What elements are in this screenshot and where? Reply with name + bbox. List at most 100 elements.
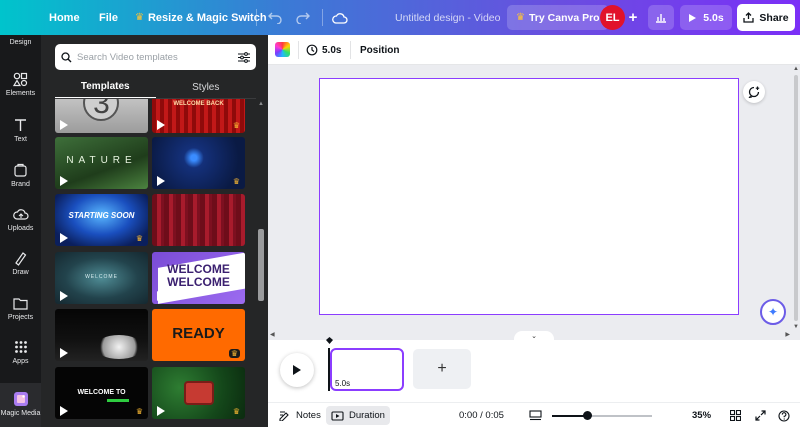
chevron-down-icon: ⌄ xyxy=(531,333,537,340)
tab-styles[interactable]: Styles xyxy=(156,75,257,99)
template-thumbnail[interactable]: ♛ xyxy=(152,137,245,189)
timeline-clip[interactable]: 5.0s xyxy=(330,348,404,391)
play-icon xyxy=(293,365,301,375)
rail-item-draw[interactable]: Draw xyxy=(0,250,41,276)
editor-toolbar: 5.0s Position xyxy=(268,35,800,65)
design-canvas[interactable] xyxy=(319,78,739,315)
grid-view-button[interactable] xyxy=(730,403,741,427)
draw-icon xyxy=(13,250,29,266)
scroll-down-icon[interactable]: ▼ xyxy=(793,324,799,330)
panel-scrollbar[interactable]: ▲ xyxy=(257,99,265,427)
home-button[interactable]: Home xyxy=(49,0,80,35)
try-canva-pro-button[interactable]: ♛ Try Canva Pro xyxy=(507,5,609,30)
premium-crown-icon: ♛ xyxy=(232,177,240,186)
rail-item-brand[interactable]: Brand xyxy=(0,162,41,188)
play-icon xyxy=(157,120,165,130)
template-thumbnail[interactable]: WELCOME WELCOME xyxy=(152,252,245,304)
search-input[interactable]: Search Video templates xyxy=(77,52,238,63)
crown-icon: ♛ xyxy=(135,12,144,23)
duration-button[interactable]: 5.0s xyxy=(306,35,341,65)
rail-item-uploads[interactable]: Uploads xyxy=(0,206,41,232)
canvas-scrollbar[interactable]: ▲ ▼ xyxy=(792,65,800,340)
thumbnail-title: WELCOME xyxy=(85,274,118,280)
background-color-button[interactable] xyxy=(275,42,290,57)
template-thumbnail[interactable] xyxy=(55,309,148,361)
accent-bar xyxy=(107,399,129,402)
zoom-level[interactable]: 35% xyxy=(692,403,711,427)
page-view-button[interactable] xyxy=(529,403,542,427)
playhead-marker[interactable] xyxy=(326,337,333,344)
try-pro-label: Try Canva Pro xyxy=(528,11,600,24)
thumbnail-title: STARTING SOON xyxy=(68,211,135,220)
zoom-slider-handle[interactable] xyxy=(583,411,592,420)
redo-button[interactable] xyxy=(296,0,310,35)
scroll-up-icon[interactable]: ▲ xyxy=(793,66,799,72)
redo-icon xyxy=(296,12,310,24)
tv-shape xyxy=(184,381,214,405)
template-thumbnail[interactable]: STARTING SOON ♛ xyxy=(55,194,148,246)
help-button[interactable] xyxy=(778,403,790,427)
rail-item-elements[interactable]: Elements xyxy=(0,71,41,97)
cloud-save-status[interactable] xyxy=(332,0,348,35)
rail-label-apps: Apps xyxy=(12,358,29,365)
rail-item-projects[interactable]: Projects xyxy=(0,295,41,321)
timeline-play-button[interactable] xyxy=(280,353,314,387)
rail-item-text[interactable]: Text xyxy=(0,117,41,143)
rail-item-design[interactable]: Design xyxy=(0,39,41,46)
add-comment-button[interactable] xyxy=(743,81,765,103)
scroll-up-icon[interactable]: ▲ xyxy=(258,101,264,107)
template-thumbnail[interactable]: READY ♛ xyxy=(152,309,245,361)
scroll-right-icon[interactable]: ▶ xyxy=(785,331,790,338)
template-thumbnail[interactable]: WELCOME TO ♛ xyxy=(55,367,148,419)
template-thumbnail[interactable] xyxy=(152,194,245,246)
premium-crown-icon: ♛ xyxy=(135,234,143,243)
add-page-button[interactable]: + xyxy=(413,349,471,389)
notes-button[interactable]: Notes xyxy=(274,406,326,425)
file-menu-button[interactable]: File xyxy=(99,0,118,35)
add-collaborator-button[interactable]: + xyxy=(626,0,640,35)
page-view-icon xyxy=(529,410,542,421)
tab-templates[interactable]: Templates xyxy=(55,75,156,99)
template-thumbnail[interactable]: WELCOME BACK ♛ xyxy=(152,99,245,133)
template-thumbnail[interactable]: ♛ xyxy=(152,367,245,419)
fullscreen-button[interactable] xyxy=(755,403,766,427)
zoom-slider[interactable] xyxy=(552,411,652,420)
elements-icon xyxy=(13,71,29,87)
filter-icon[interactable] xyxy=(238,51,250,63)
template-thumbnail[interactable]: NATURE xyxy=(55,137,148,189)
brand-icon xyxy=(13,162,29,178)
projects-icon xyxy=(13,295,29,311)
play-icon xyxy=(689,13,697,22)
duration-label: Duration xyxy=(349,410,385,421)
avatar[interactable]: EL xyxy=(600,5,625,30)
rail-label-uploads: Uploads xyxy=(7,225,34,232)
playback-time: 0:00 / 0:05 xyxy=(459,410,504,421)
insights-button[interactable] xyxy=(648,5,674,30)
cloud-icon xyxy=(332,12,348,24)
template-thumbnail[interactable]: 3 xyxy=(55,99,148,133)
canvas-scrollbar-thumb[interactable] xyxy=(794,75,798,321)
undo-button[interactable] xyxy=(268,0,282,35)
help-icon xyxy=(778,409,790,422)
panel-scrollbar-thumb[interactable] xyxy=(258,229,264,301)
rail-item-apps[interactable]: Apps xyxy=(0,339,41,365)
scroll-left-icon[interactable]: ◀ xyxy=(270,331,275,338)
notes-icon xyxy=(279,411,289,421)
rail-item-magic-media[interactable]: Magic Media xyxy=(0,391,41,417)
magic-assistant-button[interactable]: ✦ xyxy=(760,299,786,325)
resize-magic-switch-button[interactable]: ♛ Resize & Magic Switch xyxy=(135,0,267,35)
template-thumbnail[interactable]: WELCOME xyxy=(55,252,148,304)
search-icon xyxy=(61,51,72,62)
zoom-slider-fill xyxy=(552,415,587,417)
premium-crown-icon: ♛ xyxy=(232,121,240,130)
play-preview-button[interactable]: 5.0s xyxy=(680,5,732,30)
position-button[interactable]: Position xyxy=(360,35,399,65)
document-title-text: Untitled design - Video xyxy=(395,11,501,24)
duration-toggle-button[interactable]: Duration xyxy=(326,406,390,425)
document-title[interactable]: Untitled design - Video xyxy=(395,0,500,35)
play-icon xyxy=(60,233,68,243)
thumbnail-title: WELCOME BACK xyxy=(173,101,224,107)
share-button[interactable]: Share xyxy=(737,4,795,31)
search-field[interactable]: Search Video templates xyxy=(55,44,256,70)
left-rail: Design Elements Text Brand Uploads Draw … xyxy=(0,35,41,427)
